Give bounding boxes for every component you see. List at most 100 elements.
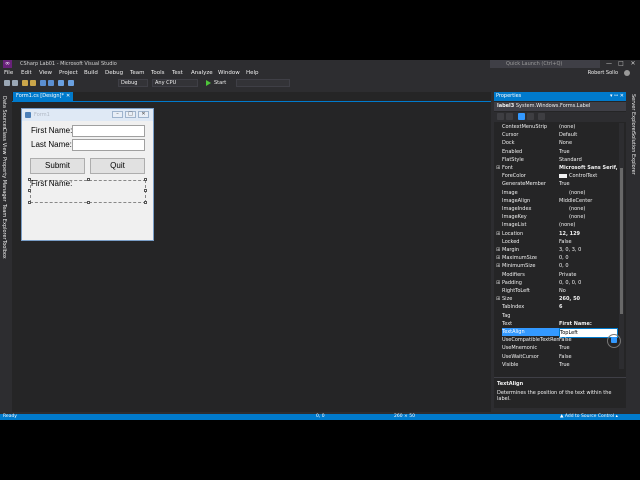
events-icon[interactable] <box>527 113 534 120</box>
property-row[interactable]: UseMnemonic True <box>494 344 618 352</box>
team-explorer-tab[interactable]: Team Explorer <box>1 204 7 240</box>
property-value[interactable]: True <box>559 180 618 188</box>
property-row[interactable]: Visible True <box>494 361 618 369</box>
property-row[interactable]: Dock None <box>494 139 618 147</box>
property-value[interactable]: 0, 0, 0, 0 <box>559 279 618 287</box>
quick-launch-input[interactable]: Quick Launch (Ctrl+Q) <box>490 60 600 68</box>
properties-icon[interactable] <box>518 113 525 120</box>
save-all-icon[interactable] <box>48 80 54 86</box>
class-view-tab[interactable]: Class View <box>1 128 7 155</box>
property-row[interactable]: ImageIndex (none) <box>494 205 618 213</box>
menu-help[interactable]: Help <box>246 69 259 77</box>
minimize-button[interactable]: — <box>604 60 614 68</box>
property-value[interactable]: 260, 50 <box>559 295 618 303</box>
menu-team[interactable]: Team <box>130 69 145 77</box>
expand-icon[interactable]: ⊞ <box>496 254 500 262</box>
property-row[interactable]: ContextMenuStrip (none) <box>494 123 618 131</box>
property-value[interactable]: True <box>559 148 618 156</box>
property-row[interactable]: RightToLeft No <box>494 287 618 295</box>
expand-icon[interactable]: ⊞ <box>496 230 500 238</box>
new-project-icon[interactable] <box>22 80 28 86</box>
solution-explorer-tab[interactable]: Solution Explorer <box>630 132 636 175</box>
menu-debug[interactable]: Debug <box>105 69 123 77</box>
property-row[interactable]: ⊞ Margin 3, 0, 3, 0 <box>494 246 618 254</box>
menu-edit[interactable]: Edit <box>21 69 32 77</box>
selected-first-name-label[interactable]: First Name: <box>31 179 72 189</box>
property-value[interactable]: None <box>559 139 618 147</box>
alphabetical-icon[interactable] <box>506 113 513 120</box>
property-row[interactable]: Enabled True <box>494 148 618 156</box>
first-name-label[interactable]: First Name: <box>31 126 72 136</box>
property-row[interactable]: GenerateMember True <box>494 180 618 188</box>
property-row[interactable]: ⊞ MaximumSize 0, 0 <box>494 254 618 262</box>
expand-icon[interactable]: ⊞ <box>496 279 500 287</box>
property-row[interactable]: Text First Name: <box>494 320 618 328</box>
add-to-source-control-button[interactable]: ▲ Add to Source Control ▴ <box>560 414 618 420</box>
form-close-button[interactable]: ✕ <box>138 111 149 118</box>
open-file-icon[interactable] <box>30 80 36 86</box>
resize-handle[interactable] <box>28 201 31 204</box>
resize-handle[interactable] <box>28 178 31 181</box>
property-value[interactable]: 0, 0 <box>559 254 618 262</box>
menu-view[interactable]: View <box>39 69 52 77</box>
forward-icon[interactable] <box>12 80 18 86</box>
property-value[interactable]: False <box>559 238 618 246</box>
last-name-textbox[interactable] <box>72 139 145 151</box>
start-icon[interactable] <box>206 80 211 86</box>
menu-build[interactable]: Build <box>84 69 98 77</box>
property-row[interactable]: FlatStyle Standard <box>494 156 618 164</box>
categorized-icon[interactable] <box>497 113 504 120</box>
back-icon[interactable] <box>4 80 10 86</box>
property-value[interactable]: MiddleCenter <box>559 197 618 205</box>
tab-form1-design[interactable]: Form1.cs [Design]* ✕ <box>13 92 74 101</box>
property-row[interactable]: ⊞ Location 12, 129 <box>494 230 618 238</box>
resize-handle[interactable] <box>144 178 147 181</box>
property-value[interactable]: (none) <box>559 123 618 131</box>
form-minimize-button[interactable]: – <box>112 111 123 118</box>
undo-icon[interactable] <box>58 80 64 86</box>
expand-icon[interactable]: ⊞ <box>496 246 500 254</box>
data-sources-tab[interactable]: Data Sources <box>1 96 7 129</box>
property-value[interactable]: First Name: <box>559 320 618 328</box>
property-row[interactable]: ⊞ Padding 0, 0, 0, 0 <box>494 279 618 287</box>
property-row[interactable]: Modifiers Private <box>494 271 618 279</box>
property-row[interactable]: ImageKey (none) <box>494 213 618 221</box>
resize-handle[interactable] <box>87 201 90 204</box>
property-value[interactable]: (none) <box>559 189 618 197</box>
property-value[interactable]: Microsoft Sans Serif, 12 <box>559 164 618 172</box>
form-maximize-button[interactable]: □ <box>125 111 136 118</box>
form1-designer[interactable]: Form1 – □ ✕ First Name: Last Name: Submi… <box>21 108 154 241</box>
maximize-button[interactable]: □ <box>616 60 626 68</box>
resize-handle[interactable] <box>87 178 90 181</box>
close-tab-icon[interactable]: ✕ <box>66 93 70 99</box>
property-pages-icon[interactable] <box>538 113 545 120</box>
menu-project[interactable]: Project <box>59 69 78 77</box>
property-row[interactable]: ImageList (none) <box>494 221 618 229</box>
configuration-select[interactable]: Debug <box>118 79 148 87</box>
resize-handle[interactable] <box>144 189 147 192</box>
property-value[interactable]: 12, 129 <box>559 230 618 238</box>
property-value[interactable]: (none) <box>559 205 618 213</box>
scrollbar-thumb[interactable] <box>620 168 623 314</box>
menu-tools[interactable]: Tools <box>151 69 165 77</box>
platform-select[interactable]: Any CPU <box>152 79 198 87</box>
properties-window-controls[interactable]: ▾ ꟷ ✕ <box>610 92 624 101</box>
property-value[interactable]: (none) <box>559 213 618 221</box>
object-selector[interactable]: label3 System.Windows.Forms.Label <box>494 102 626 111</box>
property-value[interactable]: Default <box>559 131 618 139</box>
property-row[interactable]: ⊞Font Microsoft Sans Serif, 12 <box>494 164 618 172</box>
property-value[interactable]: No <box>559 287 618 295</box>
redo-icon[interactable] <box>68 80 74 86</box>
property-value[interactable]: (none) <box>559 221 618 229</box>
property-row[interactable]: ImageAlign MiddleCenter <box>494 197 618 205</box>
property-value[interactable]: True <box>559 361 618 369</box>
close-window-button[interactable]: ✕ <box>628 60 638 68</box>
property-row[interactable]: TabIndex 6 <box>494 303 618 311</box>
start-button[interactable]: Start <box>214 79 226 87</box>
first-name-textbox[interactable] <box>72 125 145 137</box>
submit-button[interactable]: Submit <box>30 158 85 174</box>
property-row[interactable]: TextAlign TopLeft <box>494 328 618 339</box>
resize-handle[interactable] <box>144 201 147 204</box>
property-value[interactable]: ControlText <box>559 172 618 180</box>
expand-icon[interactable]: ⊞ <box>496 164 500 172</box>
